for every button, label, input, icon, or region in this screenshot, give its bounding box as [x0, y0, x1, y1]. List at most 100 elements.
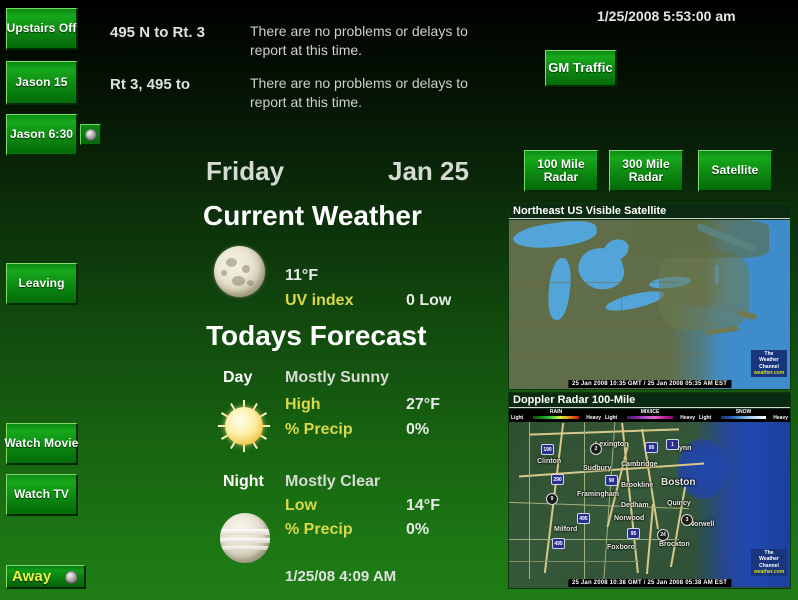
- route-shield-icon: 3: [681, 514, 693, 526]
- radar-panel-title: Doppler Radar 100-Mile: [509, 393, 790, 408]
- forecast-day-precip-value: 0%: [406, 421, 430, 438]
- route-shield-icon: 2: [590, 443, 602, 455]
- route-shield-icon: 495: [577, 513, 590, 524]
- twc-line-2: Weather: [759, 556, 779, 563]
- state-border: [509, 561, 639, 562]
- radar-city-label: Milford: [554, 526, 578, 533]
- state-border: [694, 260, 695, 308]
- radar-city-label: Brockton: [659, 541, 690, 548]
- moon-crater: [247, 280, 254, 286]
- button-label-line1: 300 Mile: [622, 156, 670, 171]
- state-border: [714, 250, 715, 300]
- land-mass-canada: [629, 220, 769, 258]
- twc-line-3: Channel: [759, 562, 779, 569]
- traffic-route-1: Rt 3, 495 to: [110, 76, 191, 93]
- traffic-message-1: There are no problems or delays to repor…: [250, 75, 468, 110]
- twc-line-2: Weather: [759, 357, 779, 364]
- twc-url: weather.com: [753, 369, 785, 376]
- button-label-line1: Satellite: [711, 163, 759, 178]
- radar-city-label: Sudbury: [583, 465, 612, 472]
- secondary-road: [529, 419, 530, 579]
- forecast-night-precip-label: % Precip: [285, 521, 353, 538]
- route-shield-icon: 9: [546, 493, 558, 505]
- legend-light-label: Light: [699, 415, 712, 421]
- legend-group-name: MIX/ICE: [640, 409, 660, 415]
- sidebar-item-label: Watch TV: [13, 487, 70, 502]
- button-100-mile-radar[interactable]: 100 Mile Radar: [524, 150, 599, 192]
- forecast-night-condition: Mostly Clear: [285, 473, 381, 490]
- legend-light-label: Light: [511, 415, 524, 421]
- radar-city-label: Brookline: [621, 482, 654, 489]
- radar-city-label: Cambridge: [621, 461, 658, 468]
- traffic-route-0: 495 N to Rt. 3: [110, 24, 206, 41]
- jason-630-status-led: [80, 124, 101, 145]
- forecast-night-label: Night: [223, 473, 264, 490]
- route-shield-icon: 24: [657, 529, 669, 541]
- button-label-line2: Radar: [543, 169, 579, 184]
- uv-index-value: 0 Low: [406, 292, 452, 309]
- forecast-high-value: 27°F: [406, 396, 440, 413]
- legend-gradient-rain: [533, 415, 579, 419]
- land-mass-northeast: [659, 250, 749, 330]
- button-satellite[interactable]: Satellite: [698, 150, 773, 192]
- route-shield-icon: 290: [551, 474, 564, 485]
- legend-group-name: SNOW: [735, 409, 752, 415]
- radar-city-label: Norwell: [689, 521, 715, 528]
- sidebar-item-leaving[interactable]: Leaving: [6, 263, 78, 305]
- radar-image-panel[interactable]: Doppler Radar 100-Mile RAIN Light Heavy …: [508, 392, 791, 589]
- sidebar-item-label: Jason 15: [15, 75, 68, 90]
- twc-line-1: The: [764, 550, 774, 556]
- forecast-low-label: Low: [285, 497, 317, 514]
- sun-disc: [225, 407, 263, 445]
- weather-date: Jan 25: [388, 156, 469, 186]
- satellite-panel-title: Northeast US Visible Satellite: [509, 204, 790, 219]
- sidebar-item-label: Upstairs Off: [6, 21, 77, 36]
- route-shield-icon: 190: [541, 444, 554, 455]
- state-border: [509, 324, 719, 325]
- forecast-day-precip-label: % Precip: [285, 421, 353, 438]
- twc-url: weather.com: [753, 568, 785, 575]
- radar-city-label: Clinton: [537, 458, 562, 465]
- moon-icon: [214, 246, 265, 297]
- clock-display: 1/25/2008 5:53:00 am: [597, 8, 736, 24]
- sidebar-item-label: Jason 6:30: [9, 127, 74, 142]
- state-border: [535, 282, 536, 389]
- sidebar-item-watch-tv[interactable]: Watch TV: [6, 474, 78, 516]
- twc-line-1: The: [764, 351, 774, 357]
- moon-crater: [226, 258, 237, 267]
- sidebar-item-watch-movie[interactable]: Watch Movie: [4, 423, 79, 465]
- state-border: [665, 308, 666, 368]
- cloud-band: [220, 546, 270, 550]
- forecast-day-label: Day: [223, 369, 253, 386]
- sidebar-item-jason-630[interactable]: Jason 6:30: [6, 114, 78, 156]
- button-300-mile-radar[interactable]: 300 Mile Radar: [609, 150, 684, 192]
- cloud-band: [220, 529, 270, 535]
- moon-crater: [221, 270, 227, 276]
- radar-city-label: Quincy: [667, 500, 691, 507]
- button-label-line1: 100 Mile: [537, 156, 585, 171]
- weather-channel-logo: The Weather Channel weather.com: [751, 549, 787, 576]
- sidebar-item-upstairs-off[interactable]: Upstairs Off: [6, 8, 78, 50]
- radar-city-label: Norwood: [614, 515, 645, 522]
- current-weather-title: Current Weather: [203, 200, 422, 231]
- sidebar-item-jason-15[interactable]: Jason 15: [6, 61, 78, 105]
- sidebar-item-label: Watch Movie: [4, 436, 79, 451]
- forecast-day-condition: Mostly Sunny: [285, 369, 390, 386]
- weather-updated-timestamp: 1/25/08 4:09 AM: [285, 568, 397, 585]
- route-shield-icon: 90: [605, 475, 618, 486]
- traffic-message-0: There are no problems or delays to repor…: [250, 23, 468, 58]
- route-shield-icon: 95: [645, 442, 658, 453]
- sun-icon: [216, 398, 272, 454]
- gm-traffic-button[interactable]: GM Traffic: [545, 50, 617, 87]
- twc-line-3: Channel: [759, 363, 779, 370]
- sidebar-item-away[interactable]: Away: [6, 565, 86, 589]
- radar-city-label: Boston: [661, 477, 696, 488]
- weather-day-of-week: Friday: [206, 156, 285, 186]
- legend-light-label: Light: [605, 415, 618, 421]
- radar-city-label: Dedham: [621, 502, 649, 509]
- satellite-image-panel[interactable]: Northeast US Visible Satellite The Weath…: [508, 203, 791, 390]
- radar-map-body: RAIN Light Heavy MIX/ICE Light Heavy SNO…: [509, 409, 790, 588]
- touchpanel-screen: Upstairs Off Jason 15 Jason 6:30 Leaving…: [0, 0, 798, 600]
- led-indicator-icon: [84, 128, 97, 141]
- legend-group-rain: RAIN Light Heavy: [511, 409, 601, 422]
